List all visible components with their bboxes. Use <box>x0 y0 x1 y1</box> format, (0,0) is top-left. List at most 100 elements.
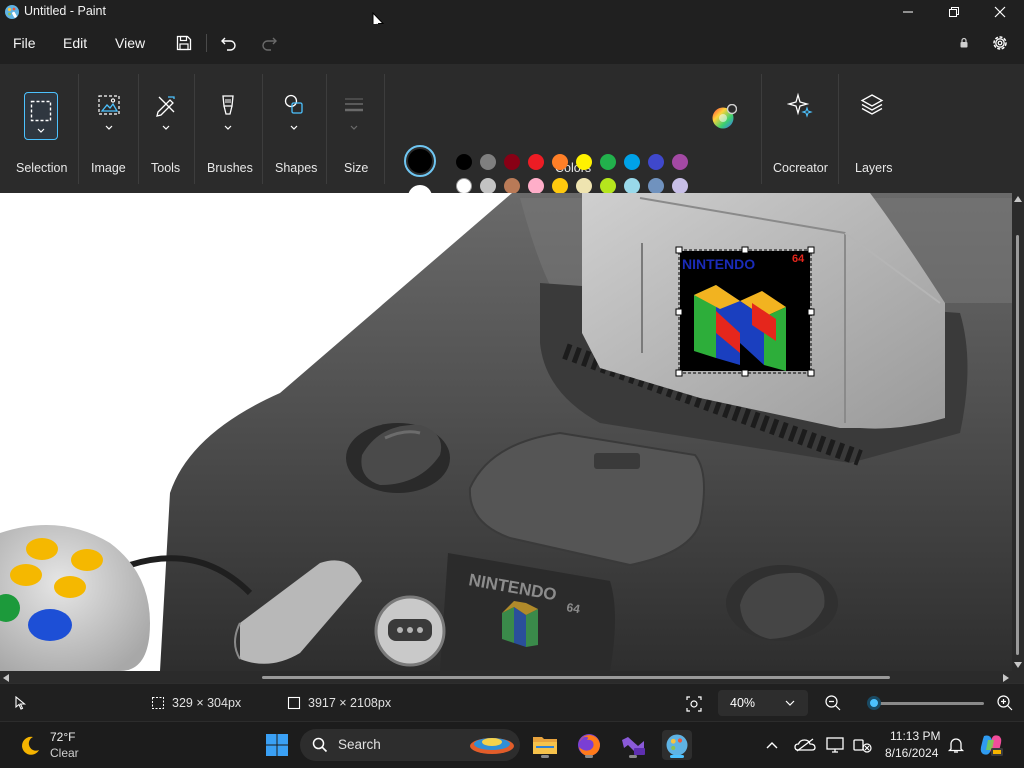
color-swatch[interactable] <box>456 178 472 194</box>
save-button[interactable] <box>172 32 196 54</box>
image-group[interactable]: Image <box>80 64 138 193</box>
color-swatch[interactable] <box>600 154 616 170</box>
menu-file[interactable]: File <box>13 35 36 51</box>
visual-studio-button[interactable] <box>618 730 648 760</box>
selection-tool-button[interactable] <box>24 92 58 140</box>
edit-colors-button[interactable] <box>711 103 738 130</box>
restore-icon <box>949 7 959 17</box>
zoom-in-button[interactable] <box>996 694 1014 712</box>
paint-app-icon <box>5 5 19 19</box>
tools-button[interactable] <box>149 92 183 142</box>
color-swatch[interactable] <box>648 178 664 194</box>
menu-edit[interactable]: Edit <box>63 35 87 51</box>
minimize-button[interactable] <box>885 0 931 24</box>
tools-group[interactable]: Tools <box>138 64 194 193</box>
paint-app-icon <box>666 734 688 756</box>
color-swatch[interactable] <box>456 154 472 170</box>
notifications-button[interactable] <box>944 730 968 760</box>
drawing-canvas[interactable]: NINTENDO 64 NINTENDO 64 <box>0 193 1012 671</box>
color-swatch[interactable] <box>648 154 664 170</box>
network-icon <box>853 739 872 753</box>
colors-group: Colors <box>384 64 760 193</box>
color-swatch[interactable] <box>528 178 544 194</box>
horizontal-scrollbar[interactable] <box>0 671 1012 683</box>
menu-view[interactable]: View <box>115 35 145 51</box>
color-wheel-icon <box>712 103 738 129</box>
brushes-button[interactable] <box>211 92 245 142</box>
restore-button[interactable] <box>931 0 977 24</box>
cocreator-button[interactable] <box>783 92 817 142</box>
color-swatch[interactable] <box>672 154 688 170</box>
selection-size-icon <box>152 697 164 709</box>
account-button[interactable] <box>952 32 976 54</box>
copilot-button[interactable] <box>976 730 1006 760</box>
settings-button[interactable] <box>988 32 1012 54</box>
chevron-down-icon <box>785 700 795 706</box>
start-button[interactable] <box>262 730 292 760</box>
shapes-button[interactable] <box>277 92 311 142</box>
color-swatch[interactable] <box>528 154 544 170</box>
brushes-label: Brushes <box>207 161 253 175</box>
size-button[interactable] <box>337 92 371 142</box>
file-explorer-button[interactable] <box>530 730 560 760</box>
primary-color[interactable] <box>404 145 436 177</box>
running-indicator <box>585 755 593 758</box>
color-swatch[interactable] <box>576 154 592 170</box>
zoom-slider[interactable] <box>866 696 984 710</box>
windows-taskbar: 72°F Clear Search 11:13 PM 8/16/2024 <box>0 721 1024 768</box>
brushes-group[interactable]: Brushes <box>194 64 262 193</box>
scrollbar-corner <box>1012 671 1024 683</box>
color-swatch[interactable] <box>576 178 592 194</box>
close-button[interactable] <box>977 0 1023 24</box>
weather-widget[interactable]: 72°F Clear <box>10 728 150 762</box>
redo-button[interactable] <box>257 32 281 54</box>
layers-label: Layers <box>855 161 893 175</box>
image-tool-button[interactable] <box>92 92 126 142</box>
show-hidden-icons-button[interactable] <box>760 730 784 760</box>
running-indicator <box>629 755 637 758</box>
pencil-tools-icon <box>156 96 175 117</box>
paint-taskbar-button[interactable] <box>662 730 692 760</box>
menu-bar: File Edit View <box>0 24 1024 64</box>
color-swatch[interactable] <box>504 154 520 170</box>
window-title: Untitled - Paint <box>24 4 106 18</box>
weather-temperature: 72°F <box>50 730 76 744</box>
onedrive-icon <box>794 738 816 752</box>
color-swatch[interactable] <box>624 178 640 194</box>
color-swatch[interactable] <box>552 178 568 194</box>
zoom-slider-thumb[interactable] <box>866 696 881 710</box>
zoom-out-button[interactable] <box>824 694 842 712</box>
status-bar: 329 × 304px 3917 × 2108px 40% <box>0 683 1024 721</box>
clock-date[interactable]: 8/16/2024 <box>885 746 938 760</box>
selection-group[interactable]: Selection <box>0 64 80 193</box>
color-swatch[interactable] <box>552 154 568 170</box>
zoom-select[interactable]: 40% <box>718 690 808 716</box>
fit-to-window-button[interactable] <box>684 694 704 714</box>
network-tray-button[interactable] <box>850 730 874 760</box>
cocreator-group[interactable]: Cocreator <box>762 64 838 193</box>
firefox-button[interactable] <box>574 730 604 760</box>
size-group[interactable]: Size <box>326 64 382 193</box>
canvas-size-icon <box>287 696 301 710</box>
clock-time[interactable]: 11:13 PM <box>890 729 940 743</box>
shapes-group[interactable]: Shapes <box>262 64 326 193</box>
color-swatch[interactable] <box>624 154 640 170</box>
color-swatch[interactable] <box>480 154 496 170</box>
display-tray-button[interactable] <box>824 730 846 760</box>
pointer-icon <box>15 696 27 710</box>
color-swatch[interactable] <box>504 178 520 194</box>
color-swatch[interactable] <box>480 178 496 194</box>
taskbar-search[interactable]: Search <box>300 729 520 761</box>
primary-color-swatch <box>408 149 432 173</box>
layers-button[interactable] <box>855 92 889 142</box>
onedrive-tray-button[interactable] <box>792 730 818 760</box>
layers-group[interactable]: Layers <box>840 64 906 193</box>
color-swatch[interactable] <box>672 178 688 194</box>
chevron-down-icon <box>350 125 358 130</box>
color-swatch[interactable] <box>600 178 616 194</box>
undo-button[interactable] <box>217 32 241 54</box>
vertical-scrollbar[interactable] <box>1012 193 1024 671</box>
reset-button <box>726 565 838 641</box>
ribbon-divider <box>838 74 839 184</box>
paint-window: Untitled - Paint File Edit View Selectio… <box>0 0 1024 768</box>
